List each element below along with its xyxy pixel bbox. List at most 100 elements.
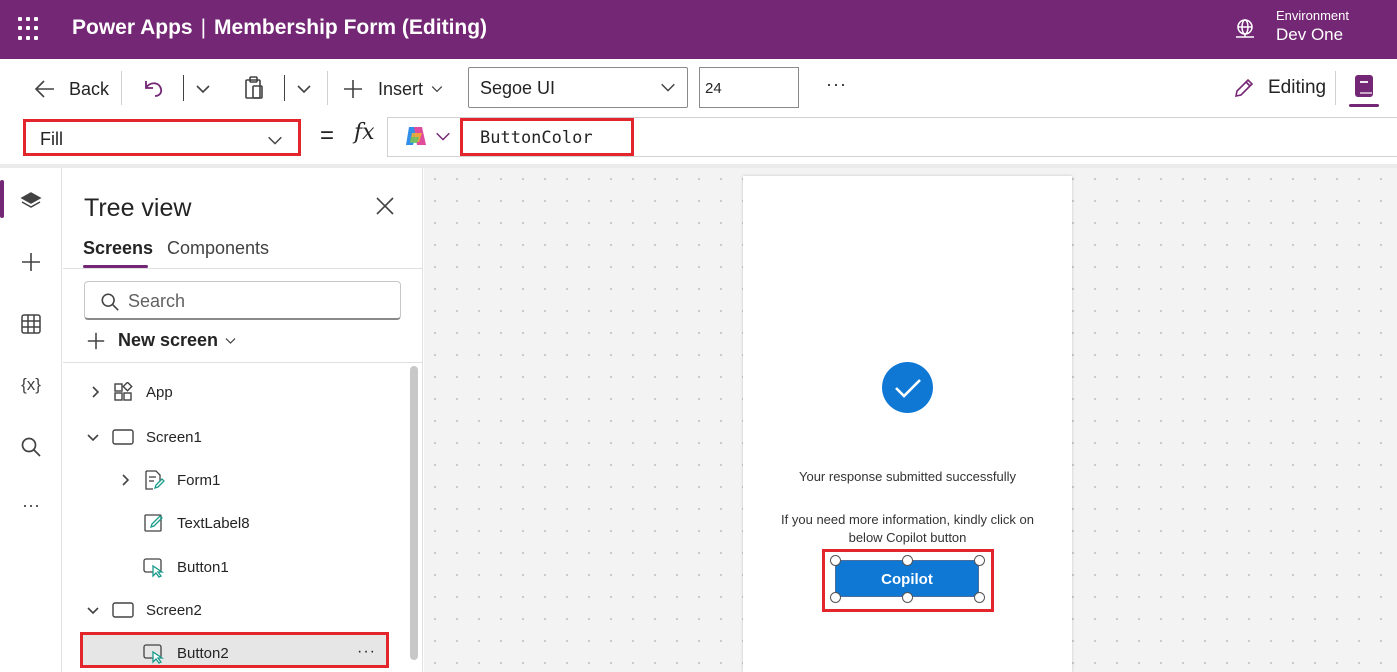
divider	[183, 75, 184, 101]
close-icon[interactable]	[375, 196, 395, 221]
notebook-icon[interactable]	[1351, 73, 1377, 104]
divider	[1335, 71, 1336, 105]
search-icon	[101, 293, 119, 311]
editing-label: Editing	[1268, 77, 1327, 98]
add-icon	[344, 80, 362, 98]
tab-components[interactable]: Components	[167, 238, 269, 259]
environment-label: Environment	[1276, 8, 1349, 23]
font-size-input[interactable]: 24	[699, 67, 799, 108]
chevron-down-icon	[87, 607, 99, 615]
divider	[327, 71, 328, 105]
search-input[interactable]: Search	[84, 281, 401, 320]
button-icon	[143, 558, 165, 578]
chevron-down-icon	[225, 338, 236, 344]
resize-handle[interactable]	[902, 555, 913, 566]
more-options-button[interactable]: ···	[357, 643, 376, 661]
app-title: Power Apps | Membership Form (Editing)	[72, 16, 487, 40]
form-icon	[145, 470, 165, 490]
text-label-icon	[144, 514, 163, 532]
arrow-left-icon	[34, 80, 54, 98]
add-icon[interactable]	[18, 249, 44, 275]
property-dropdown[interactable]: Fill	[23, 119, 301, 156]
divider	[284, 75, 285, 101]
property-value: Fill	[40, 129, 63, 149]
resize-handle[interactable]	[974, 555, 985, 566]
paste-button[interactable]	[242, 75, 266, 101]
tree-node-label: App	[146, 383, 173, 401]
chevron-down-icon	[431, 86, 443, 93]
tree-node-textlabel8[interactable]: TextLabel8	[0, 511, 420, 535]
layers-icon[interactable]	[18, 188, 44, 214]
chevron-down-icon	[659, 78, 677, 101]
chevron-down-icon	[87, 434, 99, 442]
resize-handle[interactable]	[830, 555, 841, 566]
new-screen-label: New screen	[118, 330, 219, 350]
checkmark-icon[interactable]	[882, 362, 933, 413]
tree-node-label: Screen1	[146, 428, 202, 446]
back-label: Back	[69, 78, 110, 99]
insert-button[interactable]: Insert	[342, 76, 445, 102]
tree-node-label: Button2	[177, 644, 229, 662]
add-icon	[87, 332, 105, 349]
more-commands-button[interactable]: ···	[826, 74, 847, 95]
copilot-icon	[406, 127, 426, 145]
equals-sign: =	[320, 122, 335, 149]
font-family-select[interactable]: Segoe UI	[468, 67, 688, 108]
tree-node-screen2[interactable]: Screen2	[0, 598, 420, 622]
screen-icon	[112, 429, 134, 445]
table-icon[interactable]	[18, 311, 44, 337]
copilot-formula-button[interactable]	[402, 124, 452, 148]
tree-node-button2[interactable]: Button2	[0, 641, 400, 665]
tree-scrollbar[interactable]	[410, 366, 418, 660]
divider	[63, 268, 422, 269]
chevron-down-icon	[196, 85, 210, 94]
divider	[121, 71, 122, 105]
app-icon	[114, 382, 133, 401]
pencil-icon	[1234, 78, 1254, 98]
chevron-down-icon	[436, 132, 450, 141]
success-message[interactable]: Your response submitted successfully	[743, 469, 1072, 484]
screen-icon	[112, 602, 134, 618]
tree-node-label: Form1	[177, 471, 221, 489]
insert-label: Insert	[378, 78, 424, 99]
rail-active-indicator	[0, 180, 4, 218]
notebook-active-indicator	[1349, 104, 1379, 107]
undo-button[interactable]	[140, 75, 166, 101]
editing-mode-button[interactable]: Editing	[1232, 76, 1326, 100]
resize-handle[interactable]	[902, 592, 913, 603]
formula-input[interactable]: ButtonColor	[460, 118, 634, 156]
chevron-right-icon	[92, 386, 100, 398]
paste-dropdown-button[interactable]	[294, 76, 314, 102]
environment-name[interactable]: Dev One	[1276, 25, 1343, 45]
app-launcher-icon[interactable]	[18, 17, 42, 41]
tree-node-label: TextLabel8	[177, 514, 250, 532]
new-screen-button[interactable]: New screen	[86, 330, 249, 351]
document-title: Membership Form (Editing)	[214, 16, 488, 39]
clipboard-icon	[245, 76, 263, 99]
tree-node-app[interactable]: App	[0, 380, 420, 404]
undo-icon	[145, 81, 163, 97]
back-button[interactable]: Back	[33, 76, 109, 102]
divider	[63, 362, 422, 363]
tree-node-form1[interactable]: Form1	[0, 468, 420, 492]
resize-handle[interactable]	[974, 592, 985, 603]
chevron-right-icon	[122, 474, 130, 486]
tree-node-label: Screen2	[146, 601, 202, 619]
tree-view-title: Tree view	[84, 194, 192, 222]
info-message[interactable]: If you need more information, kindly cli…	[770, 511, 1045, 547]
product-name: Power Apps	[72, 16, 193, 39]
tree-node-screen1[interactable]: Screen1	[0, 425, 420, 449]
search-placeholder: Search	[128, 291, 186, 311]
undo-dropdown-button[interactable]	[193, 76, 213, 102]
font-family-value: Segoe UI	[480, 78, 556, 98]
tree-node-button1[interactable]: Button1	[0, 555, 420, 579]
button-icon	[143, 644, 165, 664]
tree-node-label: Button1	[177, 558, 229, 576]
left-rail	[0, 168, 62, 672]
app-header: Power Apps | Membership Form (Editing) Env…	[0, 0, 1397, 59]
environment-icon[interactable]	[1233, 17, 1257, 46]
chevron-down-icon	[266, 131, 284, 154]
fx-icon: fx	[354, 120, 375, 145]
tab-screens[interactable]: Screens	[83, 238, 153, 259]
resize-handle[interactable]	[830, 592, 841, 603]
